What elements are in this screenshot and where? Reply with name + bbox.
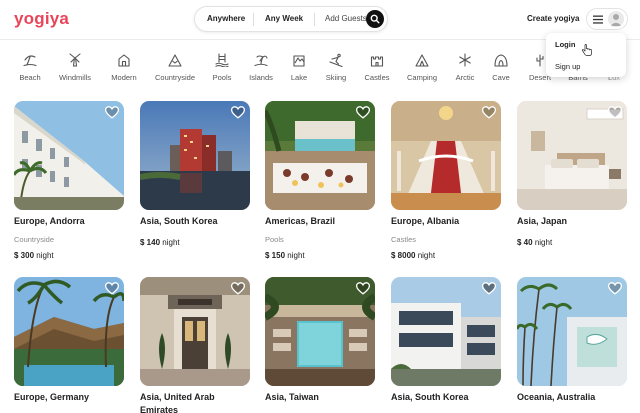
windmill-icon [69, 53, 81, 67]
listing-image[interactable] [265, 101, 375, 210]
listing-image[interactable] [517, 101, 627, 210]
modern-house-icon [118, 54, 130, 67]
search-bar[interactable]: Anywhere Any Week Add Guests [194, 6, 388, 32]
cactus-icon [536, 54, 544, 67]
login-menu-item[interactable]: Login [555, 40, 575, 49]
search-icon [370, 14, 380, 24]
listing-image[interactable] [14, 101, 124, 210]
heart-icon[interactable] [356, 106, 370, 119]
hamburger-icon [593, 15, 603, 24]
search-anywhere-button[interactable]: Anywhere [207, 14, 245, 23]
listing-category: Pools [265, 235, 284, 244]
skiing-icon [329, 53, 343, 67]
listing-image[interactable] [140, 101, 250, 210]
listing-image[interactable] [265, 277, 375, 386]
category-modern[interactable]: Modern [96, 53, 152, 82]
listing-image[interactable] [14, 277, 124, 386]
create-listing-link[interactable]: Create yogiya [527, 14, 579, 23]
listing-price: $ 150 night [265, 251, 305, 260]
heart-icon[interactable] [231, 282, 245, 295]
heart-icon[interactable] [608, 106, 622, 119]
listing-price: $ 140 night [140, 238, 180, 247]
search-divider [314, 13, 315, 26]
listing-location: Asia, Taiwan [265, 392, 319, 402]
heart-icon[interactable] [105, 106, 119, 119]
listing-category: Countryside [14, 235, 55, 244]
listing-card[interactable]: Asia, Japan $ 40 night [517, 101, 627, 247]
listing-image[interactable] [391, 277, 501, 386]
listing-card[interactable]: Asia, United Arab Emirates [140, 277, 250, 413]
snowflake-icon [459, 53, 471, 67]
island-icon [254, 55, 268, 67]
listing-location: Americas, Brazil [265, 216, 336, 226]
hand-cursor-icon [582, 44, 592, 56]
heart-icon[interactable] [105, 282, 119, 295]
listing-card[interactable]: Europe, Germany [14, 277, 124, 402]
category-bar: Beach Windmills Modern Countryside Pools… [0, 41, 640, 87]
listing-location: Asia, Japan [517, 216, 568, 226]
listing-card[interactable]: Oceania, Australia [517, 277, 627, 402]
heart-icon[interactable] [482, 282, 496, 295]
listing-card[interactable]: Europe, Andorra Countryside $ 300 night [14, 101, 124, 260]
search-button[interactable] [366, 10, 384, 28]
user-menu-button[interactable] [586, 8, 628, 30]
listing-card[interactable]: Europe, Albania Castles $ 8000 night [391, 101, 501, 260]
heart-icon[interactable] [482, 106, 496, 119]
listing-image[interactable] [391, 101, 501, 210]
listing-location-line2: Emirates [140, 405, 179, 413]
listing-card[interactable]: Asia, South Korea [391, 277, 501, 402]
user-icon [610, 14, 622, 26]
pool-icon [215, 53, 229, 67]
heart-icon[interactable] [608, 282, 622, 295]
listing-location: Europe, Albania [391, 216, 460, 226]
cave-icon [494, 54, 508, 67]
listing-image[interactable] [140, 277, 250, 386]
listing-card[interactable]: Americas, Brazil Pools $ 150 night [265, 101, 375, 260]
listing-card[interactable]: Asia, Taiwan [265, 277, 375, 402]
listing-category: Castles [391, 235, 417, 244]
mountain-icon [168, 54, 182, 67]
listing-card[interactable]: Asia, South Korea $ 140 night [140, 101, 250, 247]
listing-image[interactable] [517, 277, 627, 386]
listing-price: $ 300 night [14, 251, 54, 260]
listing-location: Asia, South Korea [140, 216, 218, 226]
listing-price: $ 8000 night [391, 251, 436, 260]
avatar [608, 11, 624, 27]
heart-icon[interactable] [231, 106, 245, 119]
signup-menu-item[interactable]: Sign up [555, 62, 580, 71]
heart-icon[interactable] [356, 282, 370, 295]
brand-logo[interactable]: yogiya [14, 9, 69, 29]
lake-icon [293, 55, 305, 67]
search-week-button[interactable]: Any Week [265, 14, 303, 23]
listing-location: Europe, Germany [14, 392, 90, 402]
top-navbar: yogiya Anywhere Any Week Add Guests Crea… [0, 0, 640, 40]
category-windmills[interactable]: Windmills [47, 53, 103, 82]
listing-location: Asia, United Arab [140, 392, 215, 402]
beach-icon [23, 55, 37, 67]
listing-price: $ 40 night [517, 238, 553, 247]
tent-icon [415, 54, 429, 67]
listing-location: Asia, South Korea [391, 392, 469, 402]
castle-icon [370, 56, 384, 67]
search-guests-button[interactable]: Add Guests [325, 14, 367, 23]
search-divider [253, 13, 254, 26]
listing-location: Europe, Andorra [14, 216, 85, 226]
listing-location: Oceania, Australia [517, 392, 596, 402]
